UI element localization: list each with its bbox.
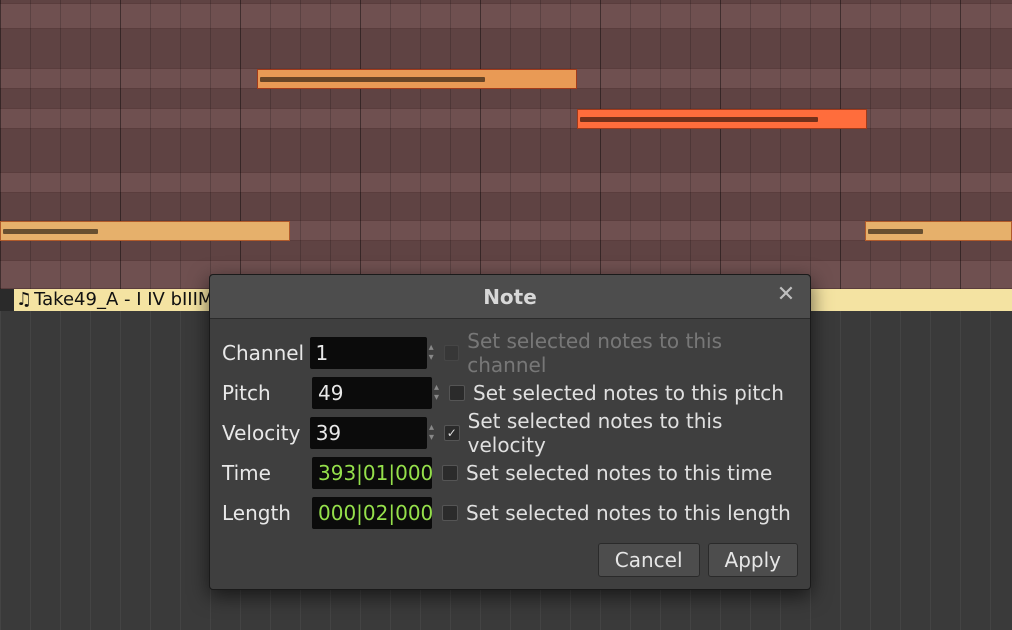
piano-roll-row: [0, 193, 1012, 221]
piano-roll[interactable]: [0, 0, 1012, 289]
channel-field[interactable]: 1: [310, 337, 427, 369]
pitch-spinner[interactable]: ▴▾: [434, 377, 439, 409]
row-pitch: Pitch 49 ▴▾ Set selected notes to this p…: [222, 373, 798, 413]
row-time: Time 393|01|000 Set selected notes to th…: [222, 453, 798, 493]
row-length: Length 000|02|000 Set selected notes to …: [222, 493, 798, 533]
pitch-label: Pitch: [222, 381, 312, 405]
cancel-button[interactable]: Cancel: [598, 543, 700, 577]
velocity-checkbox-label: Set selected notes to this velocity: [468, 409, 798, 457]
midi-note[interactable]: [257, 69, 577, 89]
note-dialog-titlebar[interactable]: Note ✕: [210, 275, 810, 319]
velocity-label: Velocity: [222, 421, 310, 445]
note-velocity-bar: [260, 77, 485, 82]
channel-spinner[interactable]: ▴▾: [429, 337, 434, 369]
channel-label: Channel: [222, 341, 310, 365]
row-channel: Channel 1 ▴▾ Set selected notes to this …: [222, 333, 798, 373]
midi-note[interactable]: [865, 221, 1012, 241]
piano-roll-row: [0, 29, 1012, 69]
note-velocity-bar: [868, 229, 923, 234]
time-checkbox[interactable]: [442, 465, 458, 481]
pitch-field[interactable]: 49: [312, 377, 432, 409]
channel-checkbox: [444, 345, 460, 361]
length-checkbox-label: Set selected notes to this length: [466, 501, 791, 525]
apply-button[interactable]: Apply: [708, 543, 798, 577]
channel-checkbox-label: Set selected notes to this channel: [467, 329, 798, 377]
note-velocity-bar: [580, 117, 818, 122]
region-name: Take49_A - I IV bIIIM: [34, 289, 213, 310]
velocity-checkbox[interactable]: [444, 425, 460, 441]
time-field[interactable]: 393|01|000: [312, 457, 432, 489]
length-label: Length: [222, 501, 312, 525]
piano-roll-row: [0, 4, 1012, 29]
velocity-field[interactable]: 39: [310, 417, 427, 449]
length-field[interactable]: 000|02|000: [312, 497, 432, 529]
time-label: Time: [222, 461, 312, 485]
note-dialog-title: Note: [483, 285, 537, 309]
piano-roll-row: [0, 129, 1012, 173]
close-icon[interactable]: ✕: [772, 281, 800, 309]
note-dialog: Note ✕ Channel 1 ▴▾ Set selected notes t…: [209, 274, 811, 590]
row-velocity: Velocity 39 ▴▾ Set selected notes to thi…: [222, 413, 798, 453]
velocity-spinner[interactable]: ▴▾: [429, 417, 434, 449]
pitch-checkbox[interactable]: [449, 385, 465, 401]
length-checkbox[interactable]: [442, 505, 458, 521]
pitch-checkbox-label: Set selected notes to this pitch: [473, 381, 784, 405]
piano-roll-row: [0, 241, 1012, 261]
note-velocity-bar: [3, 229, 98, 234]
note-dialog-body: Channel 1 ▴▾ Set selected notes to this …: [210, 319, 810, 589]
music-note-icon: ♫: [16, 289, 32, 310]
time-checkbox-label: Set selected notes to this time: [466, 461, 772, 485]
midi-note[interactable]: [577, 109, 867, 129]
dialog-button-row: Cancel Apply: [222, 543, 798, 577]
midi-note[interactable]: [0, 221, 290, 241]
piano-roll-row: [0, 173, 1012, 193]
piano-roll-row: [0, 89, 1012, 109]
